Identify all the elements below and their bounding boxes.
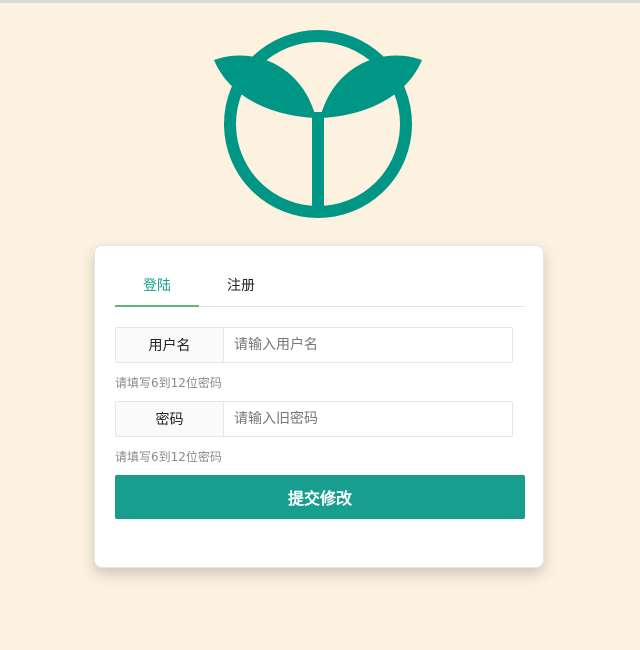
tab-register[interactable]: 注册: [199, 266, 283, 306]
tab-login[interactable]: 登陆: [115, 266, 199, 307]
password-hint: 请填写6到12位密码: [115, 450, 222, 464]
username-input[interactable]: [224, 328, 512, 362]
password-field: 密码: [115, 401, 513, 437]
password-label: 密码: [116, 402, 224, 436]
tab-bar: 登陆 注册: [115, 266, 525, 307]
browser-top-border: [0, 0, 640, 3]
sprout-logo-icon: [214, 30, 422, 218]
password-input[interactable]: [224, 402, 512, 436]
username-field: 用户名: [115, 327, 513, 363]
username-hint: 请填写6到12位密码: [115, 376, 222, 390]
username-label: 用户名: [116, 328, 224, 362]
login-card: 登陆 注册 用户名 请填写6到12位密码 密码 请填写6到12位密码 提交修改: [94, 245, 544, 568]
submit-button[interactable]: 提交修改: [115, 475, 525, 519]
